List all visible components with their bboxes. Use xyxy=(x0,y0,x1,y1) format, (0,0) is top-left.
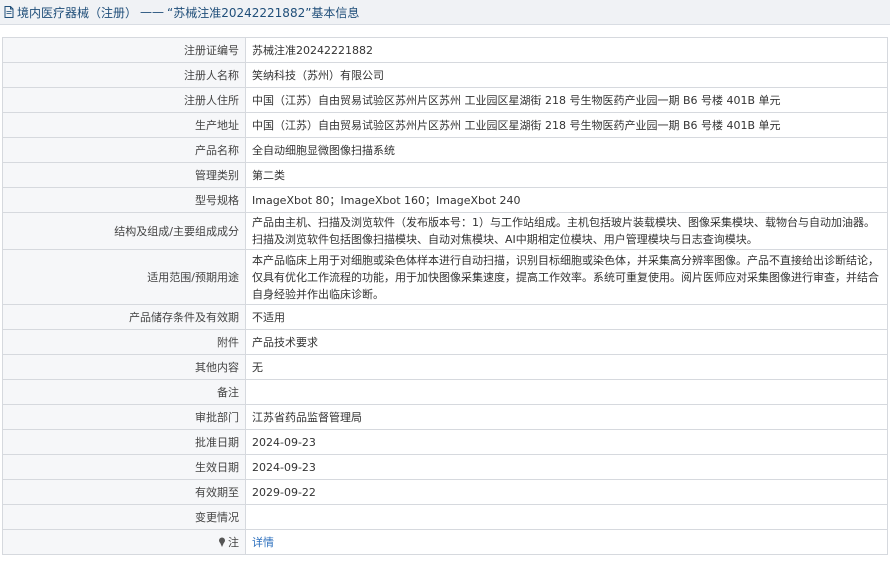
row-value xyxy=(245,504,888,530)
info-row: 注册人名称 笑纳科技（苏州）有限公司 xyxy=(2,62,888,88)
row-label: 管理类别 xyxy=(2,162,246,188)
pin-icon xyxy=(219,537,225,547)
info-row: 注册证编号 苏械注准20242221882 xyxy=(2,37,888,63)
row-label: 附件 xyxy=(2,329,246,355)
row-value: 本产品临床上用于对细胞或染色体样本进行自动扫描，识别目标细胞或染色体，并采集高分… xyxy=(245,249,888,305)
row-label: 其他内容 xyxy=(2,354,246,380)
row-value: 笑纳科技（苏州）有限公司 xyxy=(245,62,888,88)
row-label: 生产地址 xyxy=(2,112,246,138)
info-row: 附件 产品技术要求 xyxy=(2,329,888,355)
document-icon xyxy=(4,6,14,18)
row-label: 结构及组成/主要组成成分 xyxy=(2,212,246,250)
row-label: 生效日期 xyxy=(2,454,246,480)
row-label: 适用范围/预期用途 xyxy=(2,249,246,305)
row-label: 产品储存条件及有效期 xyxy=(2,304,246,330)
info-row: 生效日期 2024-09-23 xyxy=(2,454,888,480)
info-table: 注册证编号 苏械注准20242221882 注册人名称 笑纳科技（苏州）有限公司 注册人… xyxy=(2,37,888,555)
note-value-cell: 详情 xyxy=(245,529,888,555)
row-value: 中国（江苏）自由贸易试验区苏州片区苏州 工业园区星湖街 218 号生物医药产业园… xyxy=(245,112,888,138)
row-value: 2024-09-23 xyxy=(245,429,888,455)
info-row: 型号规格 ImageXbot 80；ImageXbot 160；ImageXbot… xyxy=(2,187,888,213)
info-row: 产品储存条件及有效期 不适用 xyxy=(2,304,888,330)
page-title: “苏械注准20242221882”基本信息 xyxy=(167,5,360,20)
info-row: 注册人住所 中国（江苏）自由贸易试验区苏州片区苏州 工业园区星湖街 218 号生物… xyxy=(2,87,888,113)
row-value: 不适用 xyxy=(245,304,888,330)
row-label: 型号规格 xyxy=(2,187,246,213)
row-label: 注册人名称 xyxy=(2,62,246,88)
row-value: 江苏省药品监督管理局 xyxy=(245,404,888,430)
info-row: 审批部门 江苏省药品监督管理局 xyxy=(2,404,888,430)
row-label: 有效期至 xyxy=(2,479,246,505)
breadcrumb-separator: —— xyxy=(140,5,165,19)
row-value: 2024-09-23 xyxy=(245,454,888,480)
info-row: 批准日期 2024-09-23 xyxy=(2,429,888,455)
row-label: 审批部门 xyxy=(2,404,246,430)
row-label: 批准日期 xyxy=(2,429,246,455)
row-value: 苏械注准20242221882 xyxy=(245,37,888,63)
breadcrumb-section: 境内医疗器械（注册） xyxy=(17,5,138,20)
info-row: 变更情况 xyxy=(2,504,888,530)
detail-panel: 注册证编号 苏械注准20242221882 注册人名称 笑纳科技（苏州）有限公司 注册人… xyxy=(0,25,890,555)
info-row: 产品名称 全自动细胞显微图像扫描系统 xyxy=(2,137,888,163)
row-value: ImageXbot 80；ImageXbot 160；ImageXbot 240 xyxy=(245,187,888,213)
info-row: 有效期至 2029-09-22 xyxy=(2,479,888,505)
row-value xyxy=(245,379,888,405)
info-row: 备注 xyxy=(2,379,888,405)
info-row: 适用范围/预期用途 本产品临床上用于对细胞或染色体样本进行自动扫描，识别目标细胞或… xyxy=(2,249,888,305)
note-label: 注 xyxy=(228,536,239,549)
row-value: 产品由主机、扫描及浏览软件（发布版本号：1）与工作站组成。主机包括玻片装载模块、… xyxy=(245,212,888,250)
row-label: 产品名称 xyxy=(2,137,246,163)
info-row: 管理类别 第二类 xyxy=(2,162,888,188)
note-row: 注详情 xyxy=(2,529,888,555)
row-value: 无 xyxy=(245,354,888,380)
row-value: 全自动细胞显微图像扫描系统 xyxy=(245,137,888,163)
title-bar: 境内医疗器械（注册） —— “苏械注准20242221882”基本信息 xyxy=(0,0,890,25)
row-value: 产品技术要求 xyxy=(245,329,888,355)
row-label: 注册证编号 xyxy=(2,37,246,63)
row-label: 变更情况 xyxy=(2,504,246,530)
note-label-cell: 注 xyxy=(2,529,246,555)
details-link[interactable]: 详情 xyxy=(252,536,274,549)
row-label: 备注 xyxy=(2,379,246,405)
row-value: 第二类 xyxy=(245,162,888,188)
info-row: 生产地址 中国（江苏）自由贸易试验区苏州片区苏州 工业园区星湖街 218 号生物医… xyxy=(2,112,888,138)
row-value: 2029-09-22 xyxy=(245,479,888,505)
info-row: 其他内容无 xyxy=(2,354,888,380)
info-row: 结构及组成/主要组成成分 产品由主机、扫描及浏览软件（发布版本号：1）与工作站组成… xyxy=(2,212,888,250)
row-label: 注册人住所 xyxy=(2,87,246,113)
row-value: 中国（江苏）自由贸易试验区苏州片区苏州 工业园区星湖街 218 号生物医药产业园… xyxy=(245,87,888,113)
